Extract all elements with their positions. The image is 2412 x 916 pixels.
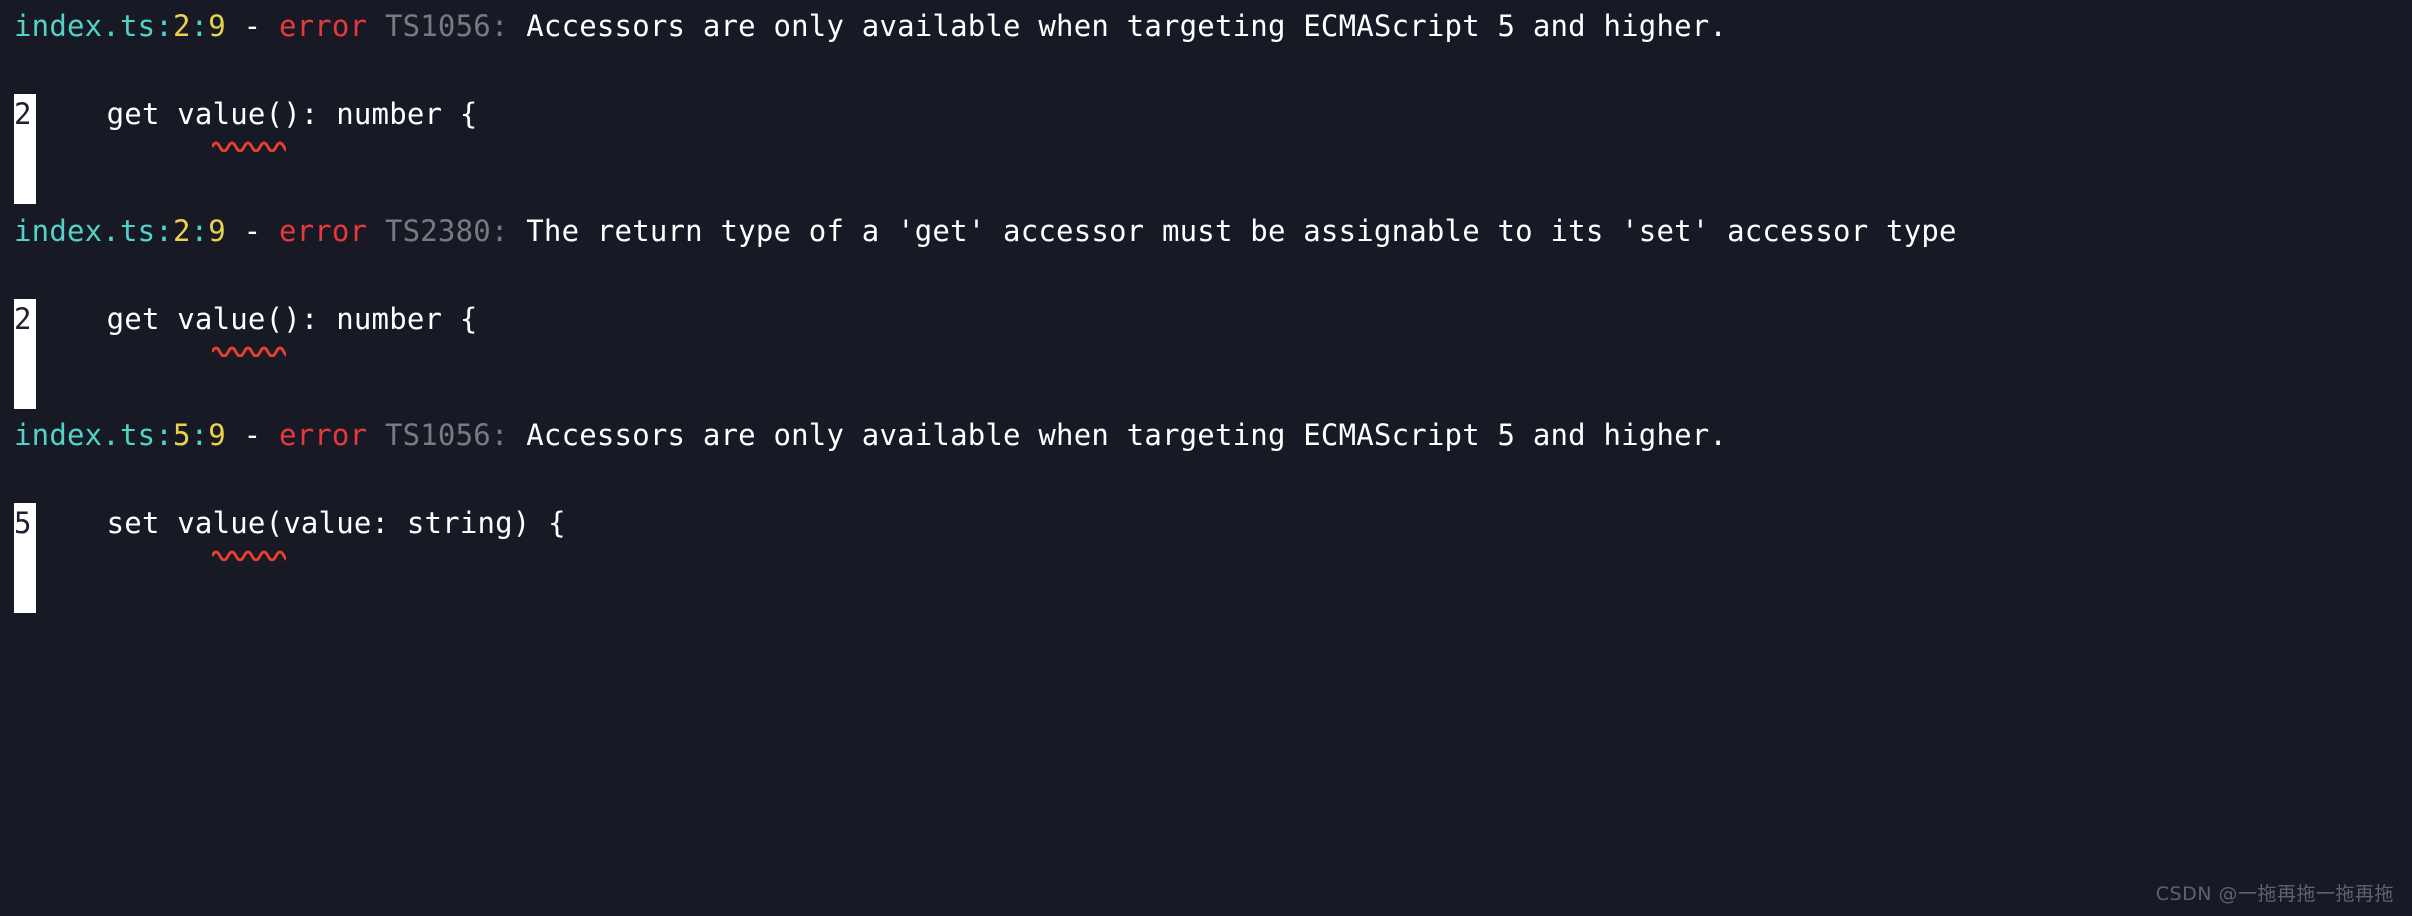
error-header: index.ts:2:9 - error TS2380: The return … [0, 209, 2412, 253]
error-keyword: error [278, 418, 368, 452]
error-dash: - [225, 214, 279, 248]
error-file-name: index.ts [14, 214, 156, 248]
error-line-number: 5 [172, 418, 191, 452]
error-code-colon: : [490, 214, 509, 248]
error-sep-colon-1: : [155, 214, 173, 248]
terminal-output: index.ts:2:9 - error TS1056: Accessors a… [0, 0, 2412, 916]
error-sep-colon-1: : [155, 418, 173, 452]
code-excerpt: 2 get value(): number { [0, 94, 2412, 204]
error-code-colon: : [490, 418, 509, 452]
code-excerpt: 2 get value(): number { [0, 299, 2412, 409]
error-code-colon: : [490, 9, 509, 43]
error-code: TS2380 [384, 214, 491, 248]
error-squiggle [212, 547, 286, 561]
error-column-number: 9 [208, 418, 226, 452]
error-file-name: index.ts [14, 9, 156, 43]
error-line-number: 2 [172, 9, 191, 43]
error-code: TS1056 [384, 9, 491, 43]
error-line-number: 2 [172, 214, 191, 248]
error-sep-colon-2: : [190, 214, 209, 248]
error-header: index.ts:2:9 - error TS1056: Accessors a… [0, 4, 2412, 48]
gutter-line-number: 2 [14, 302, 32, 336]
error-sep-colon-2: : [190, 418, 209, 452]
code-source-line: get value(): number { [36, 97, 478, 131]
error-squiggle [212, 138, 286, 152]
error-block: index.ts:2:9 - error TS1056: Accessors a… [0, 4, 2412, 204]
error-code: TS1056 [384, 418, 491, 452]
error-keyword: error [278, 214, 368, 248]
error-column-number: 9 [208, 9, 226, 43]
error-sep-colon-2: : [190, 9, 209, 43]
error-squiggle [212, 343, 286, 357]
error-dash: - [225, 9, 279, 43]
error-dash: - [225, 418, 279, 452]
error-message: Accessors are only available when target… [526, 418, 1728, 452]
error-block: index.ts:5:9 - error TS1056: Accessors a… [0, 413, 2412, 613]
code-source-line: get value(): number { [36, 302, 478, 336]
code-source-line: set value(value: string) { [36, 506, 566, 540]
csdn-watermark: CSDN @一拖再拖一拖再拖 [2155, 883, 2394, 905]
code-excerpt: 5 set value(value: string) { [0, 503, 2412, 613]
error-header: index.ts:5:9 - error TS1056: Accessors a… [0, 413, 2412, 457]
error-block: index.ts:2:9 - error TS2380: The return … [0, 209, 2412, 409]
error-file-name: index.ts [14, 418, 156, 452]
error-keyword: error [278, 9, 368, 43]
error-sep-colon-1: : [155, 9, 173, 43]
error-message: The return type of a 'get' accessor must… [526, 214, 1957, 248]
error-column-number: 9 [208, 214, 226, 248]
gutter-line-number: 5 [14, 506, 32, 540]
gutter-line-number: 2 [14, 97, 32, 131]
error-message: Accessors are only available when target… [526, 9, 1728, 43]
